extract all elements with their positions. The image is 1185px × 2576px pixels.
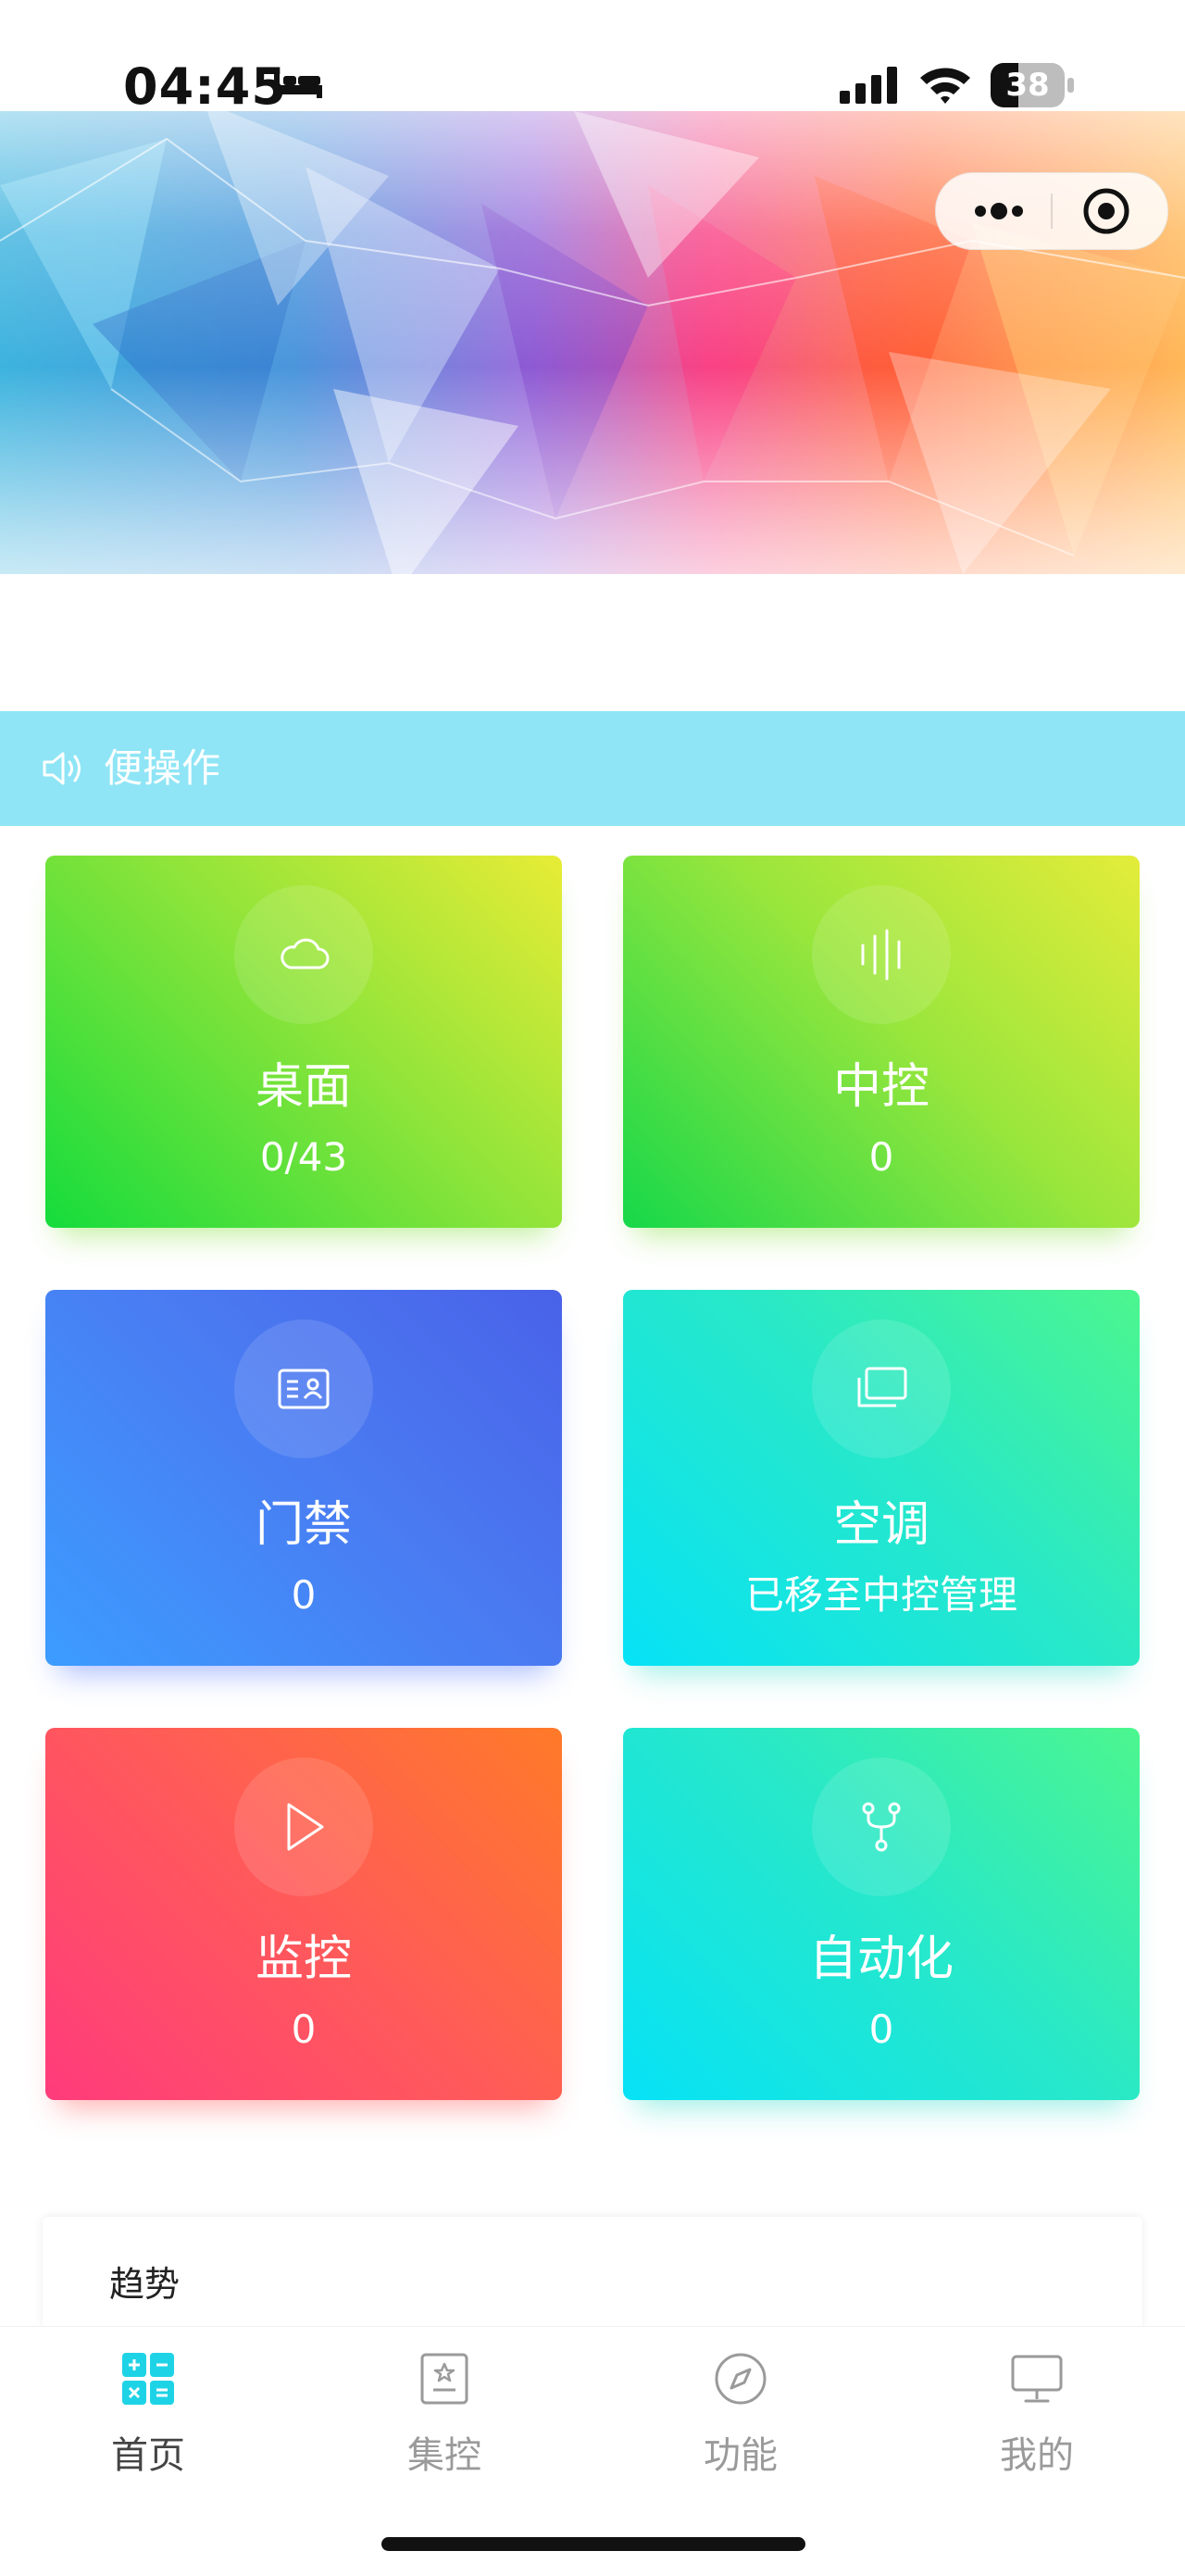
monitor-icon [1011, 2355, 1063, 2403]
home-indicator[interactable] [381, 2537, 805, 2551]
bed-icon [274, 70, 322, 98]
card-monitoring-title: 监控 [255, 1932, 352, 1987]
sound-bars-icon [861, 929, 901, 981]
status-time: 04:45 [123, 57, 287, 116]
miniprogram-capsule [935, 172, 1168, 250]
battery-cap [1067, 78, 1074, 93]
card-air-conditioner-icon-bg [812, 1319, 951, 1458]
target-circle-icon [1083, 188, 1129, 234]
battery-percent: 38 [1005, 67, 1050, 104]
cloud-icon [281, 938, 330, 969]
card-monitoring-value: 0 [291, 2007, 317, 2052]
trend-panel: 趋势 [43, 2217, 1142, 2328]
card-automation-value: 0 [868, 2007, 894, 2052]
card-desktop[interactable]: 桌面 0/43 [45, 856, 562, 1228]
card-desktop-icon-bg [234, 885, 373, 1024]
windows-stack-icon [857, 1367, 907, 1407]
more-button[interactable] [947, 173, 1051, 249]
tab-functions[interactable]: 功能 [592, 2327, 889, 2494]
capsule-divider [1051, 194, 1053, 229]
card-automation[interactable]: 自动化 0 [623, 1728, 1140, 2100]
notice-bar: 便操作 [0, 711, 1185, 826]
card-air-conditioner[interactable]: 空调 已移至中控管理 [623, 1290, 1140, 1666]
card-access-control-title: 门禁 [255, 1497, 352, 1553]
tab-functions-label: 功能 [704, 2434, 778, 2477]
card-automation-icon-bg [812, 1757, 951, 1896]
grid-calculator-icon [122, 2353, 174, 2405]
close-miniprogram-button[interactable] [1054, 173, 1158, 249]
card-access-control[interactable]: 门禁 0 [45, 1290, 562, 1666]
card-central-control-value: 0 [868, 1134, 894, 1180]
notice-text: 便操作 [104, 745, 221, 791]
card-monitoring[interactable]: 监控 0 [45, 1728, 562, 2100]
battery-indicator: 38 [991, 63, 1074, 107]
id-card-icon [278, 1369, 330, 1409]
tab-central[interactable]: 集控 [296, 2327, 592, 2494]
card-central-control[interactable]: 中控 0 [623, 856, 1140, 1228]
compass-icon [715, 2353, 767, 2405]
tab-central-label: 集控 [407, 2434, 481, 2477]
cellular-signal-icon [840, 67, 897, 104]
status-bar: 04:45 38 [0, 0, 1185, 176]
card-desktop-value: 0/43 [259, 1134, 348, 1180]
card-desktop-title: 桌面 [255, 1059, 352, 1115]
tab-mine[interactable]: 我的 [889, 2327, 1185, 2494]
tab-home[interactable]: 首页 [0, 2327, 296, 2494]
card-access-control-value: 0 [291, 1572, 317, 1618]
tab-home-label: 首页 [111, 2434, 185, 2477]
card-monitoring-icon-bg [234, 1757, 373, 1896]
card-central-control-icon-bg [812, 885, 951, 1024]
more-dots-icon [975, 203, 1023, 219]
card-air-conditioner-title: 空调 [832, 1497, 929, 1553]
card-central-control-title: 中控 [832, 1059, 929, 1115]
card-automation-title: 自动化 [808, 1932, 954, 1987]
speaker-icon [43, 752, 81, 785]
play-icon [287, 1803, 324, 1851]
fork-branch-icon [862, 1802, 901, 1852]
card-access-control-icon-bg [234, 1319, 373, 1458]
trend-title: 趋势 [109, 2264, 181, 2305]
badge-icon [420, 2353, 468, 2405]
wifi-icon [920, 68, 970, 104]
tab-mine-label: 我的 [1000, 2434, 1074, 2477]
card-air-conditioner-value: 已移至中控管理 [744, 1572, 1017, 1618]
battery-body: 38 [991, 63, 1065, 107]
